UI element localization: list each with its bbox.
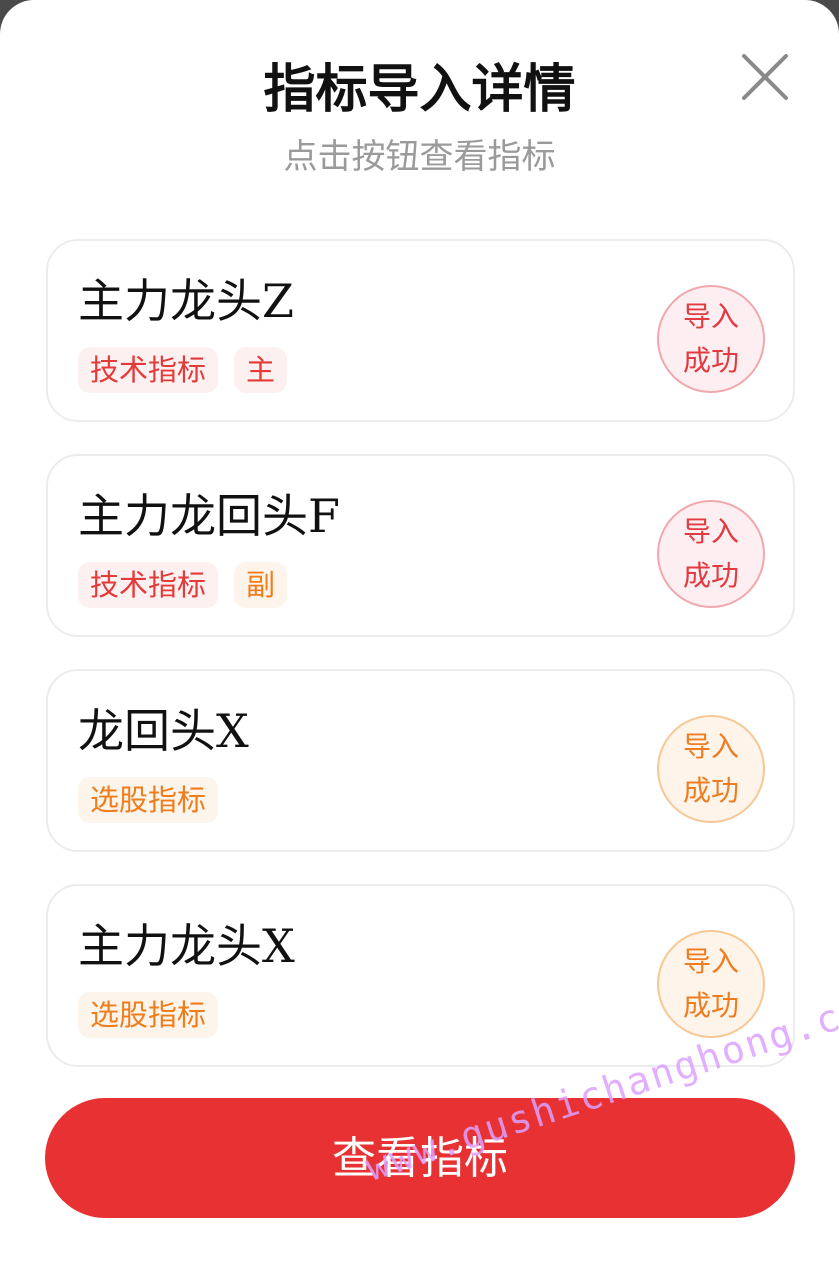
- indicator-tags: 选股指标: [78, 777, 219, 823]
- view-indicators-button[interactable]: 查看指标: [45, 1098, 795, 1218]
- import-status-badge: 导入 成功: [657, 930, 765, 1038]
- indicator-list: 主力龙头Z 技术指标 主 导入 成功 主力龙回头F 技术指标 副 导入 成功 龙…: [46, 239, 795, 1099]
- import-status-badge: 导入 成功: [657, 715, 765, 823]
- import-details-dialog: 指标导入详情 点击按钮查看指标 主力龙头Z 技术指标 主 导入 成功 主力龙回头…: [0, 0, 839, 1264]
- indicator-tags: 技术指标 副: [78, 562, 288, 608]
- indicator-name: 主力龙头X: [78, 919, 295, 973]
- tag-screening: 选股指标: [78, 777, 219, 823]
- import-status-badge: 导入 成功: [657, 285, 765, 393]
- import-status-badge: 导入 成功: [657, 500, 765, 608]
- indicator-name: 主力龙回头F: [78, 489, 340, 543]
- indicator-card: 主力龙头Z 技术指标 主 导入 成功: [46, 239, 795, 422]
- indicator-card: 龙回头X 选股指标 导入 成功: [46, 669, 795, 852]
- dialog-subtitle: 点击按钮查看指标: [283, 137, 556, 177]
- indicator-name: 龙回头X: [78, 704, 249, 758]
- indicator-tags: 选股指标: [78, 992, 219, 1038]
- tag-technical: 技术指标: [78, 347, 219, 393]
- indicator-name: 主力龙头Z: [78, 274, 294, 328]
- tag-sub: 副: [234, 562, 288, 608]
- tag-technical: 技术指标: [78, 562, 219, 608]
- tag-main: 主: [234, 347, 288, 393]
- tag-screening: 选股指标: [78, 992, 219, 1038]
- indicator-tags: 技术指标 主: [78, 347, 288, 393]
- indicator-card: 主力龙回头F 技术指标 副 导入 成功: [46, 454, 795, 637]
- dialog-title: 指标导入详情: [263, 60, 576, 120]
- indicator-card: 主力龙头X 选股指标 导入 成功: [46, 884, 795, 1067]
